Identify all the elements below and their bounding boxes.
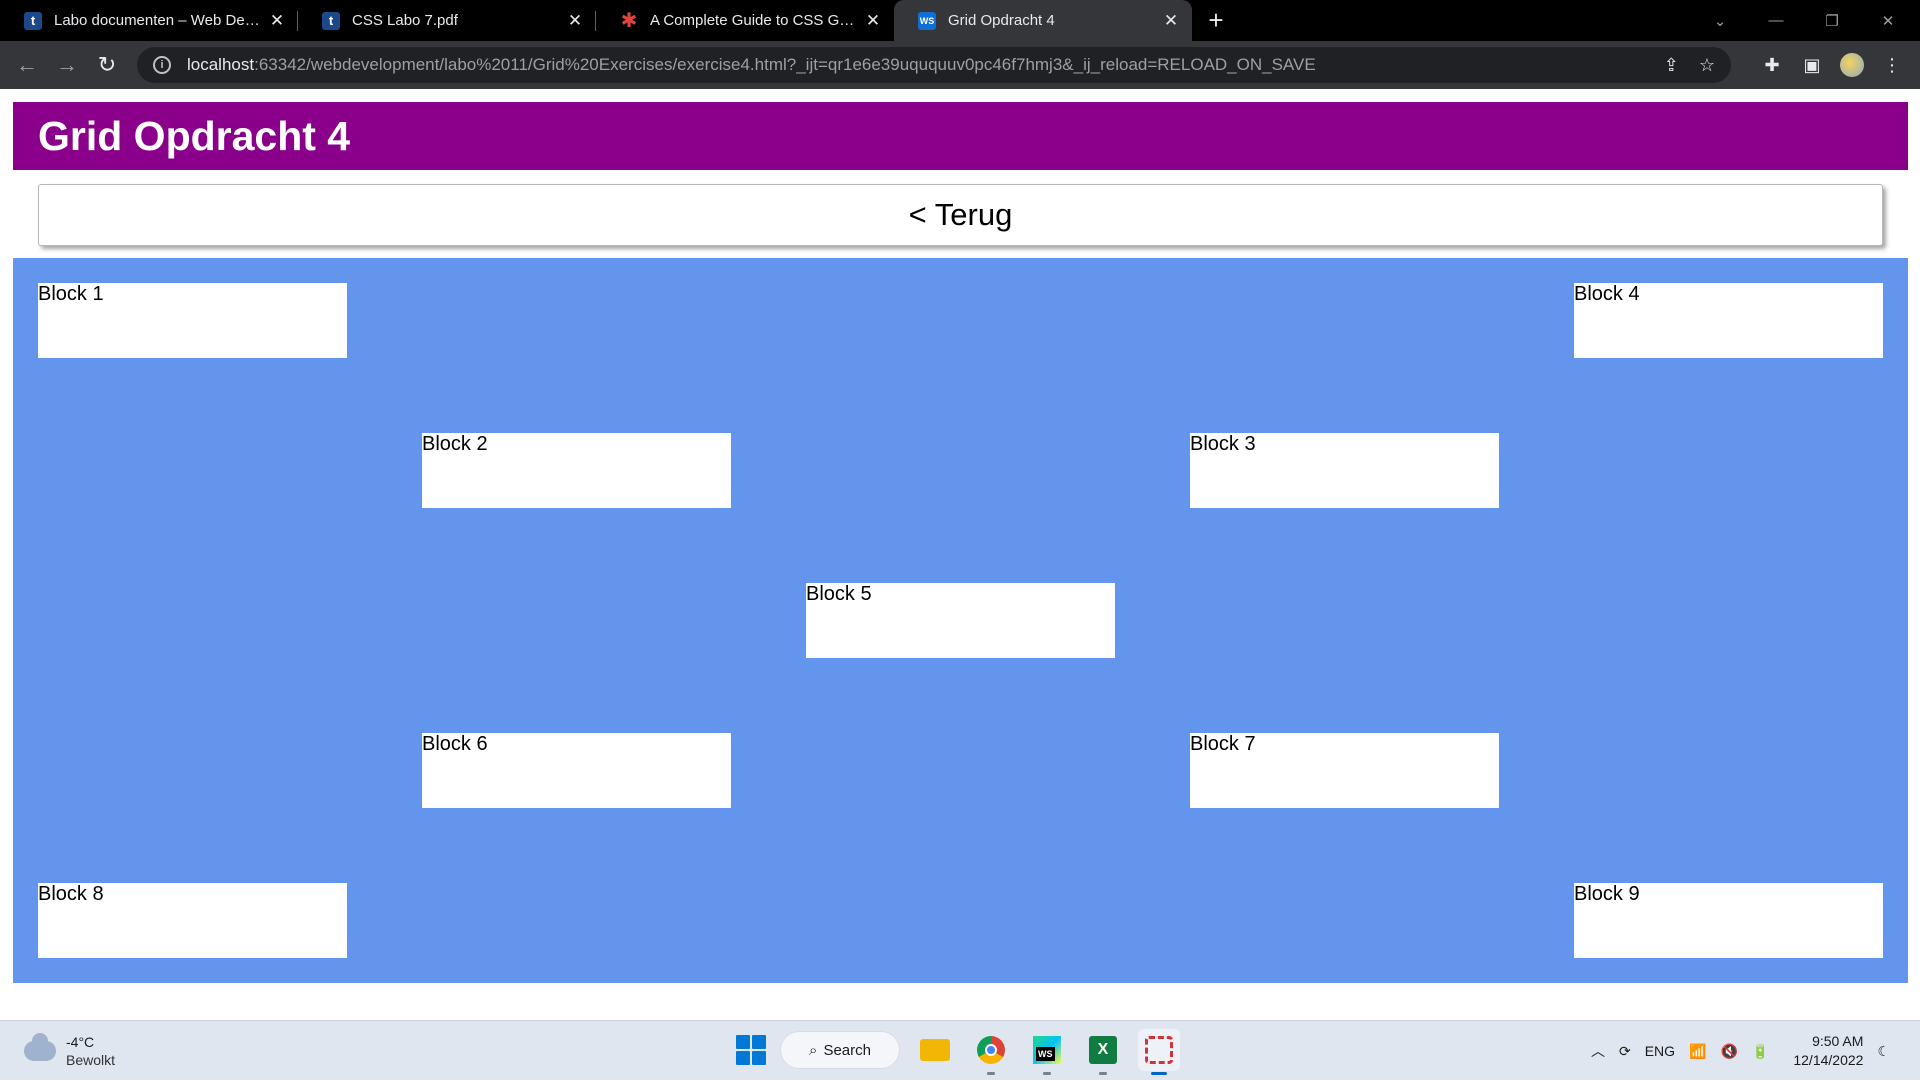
wifi-icon[interactable]: 📶 <box>1689 1043 1706 1060</box>
site-info-icon[interactable]: i <box>153 56 171 74</box>
reload-icon[interactable]: ↻ <box>87 45 127 85</box>
block-3: Block 3 <box>1190 433 1499 508</box>
tab-search-icon[interactable]: ⌄ <box>1692 0 1748 41</box>
menu-kebab-icon[interactable]: ⋮ <box>1874 45 1910 85</box>
system-tray: ︿ ⟳ ENG 📶 🔇 🔋 9:50 AM 12/14/2022 ☾ <box>1591 1021 1890 1081</box>
tab-title: Grid Opdracht 4 <box>948 12 1055 29</box>
block-9: Block 9 <box>1574 883 1883 958</box>
block-2: Block 2 <box>422 433 731 508</box>
language-indicator[interactable]: ENG <box>1645 1043 1675 1059</box>
tab-favicon-icon: t <box>322 11 340 30</box>
clock-date: 12/14/2022 <box>1793 1052 1864 1068</box>
tab-title: CSS Labo 7.pdf <box>352 12 458 29</box>
battery-icon[interactable]: 🔋 <box>1752 1043 1769 1060</box>
new-tab-button[interactable]: + <box>1196 0 1236 41</box>
block-6: Block 6 <box>422 733 731 808</box>
temperature: -4°C <box>66 1034 95 1050</box>
tab-css-grid-guide[interactable]: ✱ A Complete Guide to CSS Grid | CSS-Tri… <box>596 0 894 41</box>
share-icon[interactable]: ⇪ <box>1664 55 1679 76</box>
tab-labo-documenten[interactable]: t Labo documenten – Web Development ✕ <box>0 0 298 41</box>
tab-title: Labo documenten – Web Development <box>54 12 260 29</box>
block-4: Block 4 <box>1574 283 1883 358</box>
extensions-puzzle-icon[interactable]: ✚ <box>1754 45 1790 85</box>
tab-strip: t Labo documenten – Web Development ✕ t … <box>0 0 1920 41</box>
tab-close-icon[interactable]: ✕ <box>268 11 286 30</box>
block-grid: Block 1 Block 4 Block 2 Block 3 Block 5 … <box>13 258 1908 983</box>
profile-avatar[interactable] <box>1834 45 1870 85</box>
url-host: localhost <box>187 55 255 74</box>
sync-icon[interactable]: ⟳ <box>1619 1043 1631 1060</box>
tab-favicon-icon: ✱ <box>620 10 638 32</box>
tab-favicon-icon: t <box>24 11 42 30</box>
chevron-up-icon[interactable]: ︿ <box>1591 1041 1605 1061</box>
side-panel-icon[interactable]: ▣ <box>1794 45 1830 85</box>
cloud-icon <box>24 1033 56 1061</box>
clock[interactable]: 9:50 AM 12/14/2022 <box>1793 1032 1863 1070</box>
search-icon: ⌕ <box>809 1041 818 1059</box>
page-title: Grid Opdracht 4 <box>38 112 351 159</box>
page-header: Grid Opdracht 4 <box>13 102 1908 170</box>
notifications-moon-icon[interactable]: ☾ <box>1877 1043 1890 1060</box>
minimize-icon[interactable]: — <box>1748 0 1804 41</box>
bookmark-star-icon[interactable]: ☆ <box>1699 55 1715 76</box>
weather-condition: Bewolkt <box>66 1052 116 1068</box>
block-1: Block 1 <box>38 283 347 358</box>
restore-icon[interactable]: ❐ <box>1804 0 1860 41</box>
tab-grid-opdracht-4[interactable]: WS Grid Opdracht 4 ✕ <box>894 0 1192 41</box>
weather-widget[interactable]: -4°C Bewolkt <box>24 1033 115 1069</box>
tab-close-icon[interactable]: ✕ <box>566 11 584 30</box>
file-explorer-icon[interactable] <box>914 1029 956 1071</box>
block-7: Block 7 <box>1190 733 1499 808</box>
webstorm-icon[interactable]: WS <box>1026 1029 1068 1075</box>
tab-title: A Complete Guide to CSS Grid | CSS-Trick… <box>650 12 856 29</box>
block-8: Block 8 <box>38 883 347 958</box>
snipping-tool-icon[interactable] <box>1138 1029 1180 1075</box>
chrome-icon[interactable] <box>970 1029 1012 1075</box>
tab-css-labo-pdf[interactable]: t CSS Labo 7.pdf ✕ <box>298 0 596 41</box>
url-path: :63342/webdevelopment/labo%2011/Grid%20E… <box>254 55 1316 74</box>
search-label: Search <box>823 1041 871 1059</box>
tab-close-icon[interactable]: ✕ <box>864 11 882 30</box>
back-icon[interactable]: ← <box>7 45 47 85</box>
tab-close-icon[interactable]: ✕ <box>1162 11 1180 30</box>
windows-taskbar: -4°C Bewolkt ⌕ Search WS X ︿ ⟳ ENG 📶 🔇 🔋… <box>0 1020 1920 1080</box>
taskbar-apps: ⌕ Search WS X <box>736 1029 1180 1075</box>
clock-time: 9:50 AM <box>1812 1033 1864 1049</box>
tab-favicon-icon: WS <box>918 11 936 30</box>
back-button[interactable]: < Terug <box>38 184 1883 246</box>
forward-icon[interactable]: → <box>47 45 87 85</box>
browser-toolbar: ← → ↻ i localhost:63342/webdevelopment/l… <box>0 41 1920 89</box>
windows-start-icon[interactable] <box>736 1035 766 1065</box>
block-5: Block 5 <box>806 583 1115 658</box>
volume-muted-icon[interactable]: 🔇 <box>1720 1043 1737 1060</box>
window-close-icon[interactable]: ✕ <box>1860 0 1916 41</box>
address-bar[interactable]: i localhost:63342/webdevelopment/labo%20… <box>137 47 1731 83</box>
excel-icon[interactable]: X <box>1082 1029 1124 1075</box>
page-viewport: Grid Opdracht 4 < Terug Block 1 Block 4 … <box>0 89 1920 1019</box>
taskbar-search[interactable]: ⌕ Search <box>780 1031 900 1069</box>
